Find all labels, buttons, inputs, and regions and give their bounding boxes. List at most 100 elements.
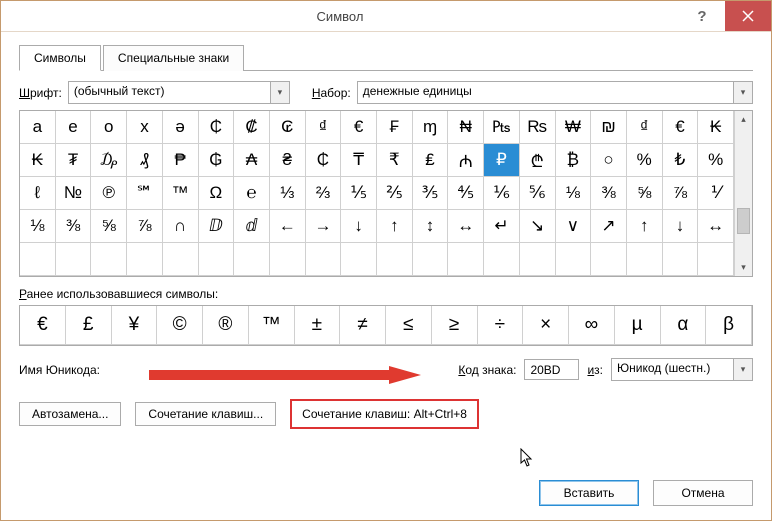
symbol-cell[interactable]: ↘ xyxy=(520,210,556,243)
symbol-cell[interactable] xyxy=(377,243,413,276)
symbol-cell[interactable]: % xyxy=(627,144,663,177)
symbol-cell[interactable]: ₵ xyxy=(199,111,235,144)
symbol-cell[interactable]: ₭ xyxy=(698,111,734,144)
recent-symbol-cell[interactable]: α xyxy=(661,306,707,345)
symbol-cell[interactable]: ₣ xyxy=(377,111,413,144)
symbol-cell[interactable]: ₽ xyxy=(484,144,520,177)
recent-symbol-cell[interactable]: ≥ xyxy=(432,306,478,345)
symbol-cell[interactable]: ₰ xyxy=(127,144,163,177)
symbol-cell[interactable] xyxy=(698,243,734,276)
recent-symbol-cell[interactable]: ¥ xyxy=(112,306,158,345)
symbol-cell[interactable]: ə xyxy=(163,111,199,144)
symbol-cell[interactable] xyxy=(627,243,663,276)
symbol-cell[interactable]: ∨ xyxy=(556,210,592,243)
symbol-cell[interactable]: ○ xyxy=(591,144,627,177)
symbol-cell[interactable]: ⅜ xyxy=(56,210,92,243)
symbol-cell[interactable]: ₡ xyxy=(234,111,270,144)
symbol-cell[interactable]: Ω xyxy=(199,177,235,210)
symbol-cell[interactable]: ↓ xyxy=(341,210,377,243)
symbol-cell[interactable]: ₫ xyxy=(306,111,342,144)
symbol-cell[interactable]: ₭ xyxy=(20,144,56,177)
recent-symbol-cell[interactable]: β xyxy=(706,306,752,345)
symbol-cell[interactable] xyxy=(341,243,377,276)
symbol-cell[interactable] xyxy=(234,243,270,276)
symbol-cell[interactable]: x xyxy=(127,111,163,144)
symbol-cell[interactable]: ⅞ xyxy=(127,210,163,243)
symbol-cell[interactable] xyxy=(591,243,627,276)
symbol-cell[interactable] xyxy=(306,243,342,276)
symbol-cell[interactable]: ₮ xyxy=(56,144,92,177)
symbol-cell[interactable]: ₦ xyxy=(448,111,484,144)
symbol-cell[interactable]: ⅝ xyxy=(91,210,127,243)
symbol-cell[interactable]: ™ xyxy=(163,177,199,210)
symbol-cell[interactable]: ₿ xyxy=(556,144,592,177)
symbol-cell[interactable]: № xyxy=(56,177,92,210)
symbol-cell[interactable]: ↔ xyxy=(448,210,484,243)
symbol-cell[interactable]: ₤ xyxy=(413,144,449,177)
symbol-cell[interactable]: ↔ xyxy=(698,210,734,243)
symbol-cell[interactable] xyxy=(663,243,699,276)
symbol-cell[interactable]: e xyxy=(56,111,92,144)
symbol-cell[interactable]: % xyxy=(698,144,734,177)
symbol-cell[interactable]: ⅚ xyxy=(520,177,556,210)
symbol-cell[interactable]: ₪ xyxy=(591,111,627,144)
symbol-cell[interactable]: ← xyxy=(270,210,306,243)
recent-symbol-cell[interactable]: ± xyxy=(295,306,341,345)
symbol-cell[interactable] xyxy=(484,243,520,276)
recent-symbol-cell[interactable]: ≠ xyxy=(340,306,386,345)
symbol-cell[interactable]: o xyxy=(91,111,127,144)
symbol-cell[interactable] xyxy=(163,243,199,276)
subset-combo[interactable]: денежные единицы ▾ xyxy=(357,81,753,104)
recent-symbol-cell[interactable]: € xyxy=(20,306,66,345)
char-code-input[interactable] xyxy=(524,359,579,380)
symbol-cell[interactable]: ∩ xyxy=(163,210,199,243)
symbol-cell[interactable] xyxy=(413,243,449,276)
symbol-cell[interactable]: ⅆ xyxy=(234,210,270,243)
symbol-cell[interactable]: ₸ xyxy=(341,144,377,177)
recent-symbol-cell[interactable]: µ xyxy=(615,306,661,345)
symbol-cell[interactable]: ⅗ xyxy=(413,177,449,210)
close-button[interactable] xyxy=(725,1,771,31)
scroll-thumb[interactable] xyxy=(737,208,750,234)
symbol-cell[interactable]: ɱ xyxy=(413,111,449,144)
symbol-cell[interactable]: ⅛ xyxy=(20,210,56,243)
insert-button[interactable]: Вставить xyxy=(539,480,639,506)
symbol-cell[interactable]: ⅓ xyxy=(270,177,306,210)
symbol-cell[interactable]: ₺ xyxy=(663,144,699,177)
symbol-cell[interactable] xyxy=(91,243,127,276)
symbol-cell[interactable] xyxy=(448,243,484,276)
symbol-cell[interactable]: ₴ xyxy=(270,144,306,177)
symbol-cell[interactable]: ₾ xyxy=(520,144,556,177)
recent-symbol-cell[interactable]: ™ xyxy=(249,306,295,345)
symbol-cell[interactable]: ⅞ xyxy=(663,177,699,210)
symbol-cell[interactable]: ⅔ xyxy=(306,177,342,210)
symbol-cell[interactable]: ₧ xyxy=(484,111,520,144)
symbol-cell[interactable]: ₱ xyxy=(163,144,199,177)
recent-symbol-cell[interactable]: £ xyxy=(66,306,112,345)
symbol-cell[interactable]: ₢ xyxy=(270,111,306,144)
symbol-cell[interactable]: ℓ xyxy=(20,177,56,210)
symbol-cell[interactable] xyxy=(270,243,306,276)
symbol-cell[interactable]: ↗ xyxy=(591,210,627,243)
cancel-button[interactable]: Отмена xyxy=(653,480,753,506)
chevron-down-icon[interactable]: ▾ xyxy=(270,82,289,103)
from-combo[interactable]: Юникод (шестн.) ▾ xyxy=(611,358,753,381)
symbol-cell[interactable]: ℠ xyxy=(127,177,163,210)
symbol-cell[interactable]: ₨ xyxy=(520,111,556,144)
symbol-cell[interactable] xyxy=(20,243,56,276)
shortcut-button[interactable]: Сочетание клавиш... xyxy=(135,402,276,426)
symbol-cell[interactable] xyxy=(127,243,163,276)
symbol-cell[interactable]: ₼ xyxy=(448,144,484,177)
font-combo[interactable]: (обычный текст) ▾ xyxy=(68,81,290,104)
chevron-down-icon[interactable]: ▾ xyxy=(733,359,752,380)
symbol-cell[interactable]: ↑ xyxy=(377,210,413,243)
symbol-cell[interactable]: a xyxy=(20,111,56,144)
symbol-cell[interactable]: ₳ xyxy=(234,144,270,177)
recent-symbol-cell[interactable]: ≤ xyxy=(386,306,432,345)
tab-special[interactable]: Специальные знаки xyxy=(103,45,244,71)
symbol-cell[interactable]: € xyxy=(341,111,377,144)
help-button[interactable]: ? xyxy=(679,1,725,31)
recent-symbol-cell[interactable]: © xyxy=(157,306,203,345)
symbol-cell[interactable]: ↵ xyxy=(484,210,520,243)
symbol-cell[interactable]: ℗ xyxy=(91,177,127,210)
